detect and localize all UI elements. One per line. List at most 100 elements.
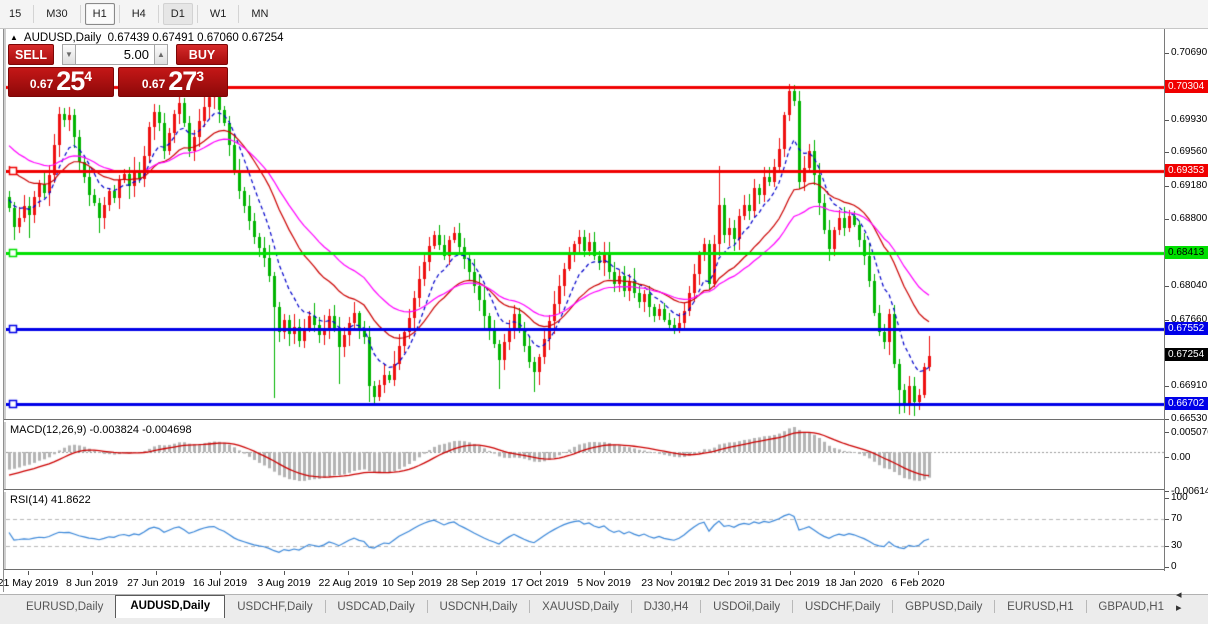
price-tick-label: 0.66530: [1171, 413, 1208, 424]
timeframe-toolbar: 15 M30 H1 H4 D1 W1 MN: [0, 0, 1208, 29]
tab-scroll-arrows[interactable]: ◂ ▸: [1176, 588, 1200, 614]
toolbar-separator: [196, 5, 198, 23]
rsi-tick-mark: [1165, 546, 1169, 547]
timeframe-button-d1[interactable]: D1: [162, 3, 193, 25]
mt4-terminal-window: 15 M30 H1 H4 D1 W1 MN ▲ AUDUSD,Daily 0.67439 0.…: [0, 0, 1208, 624]
tab-eurusd-daily[interactable]: EURUSD,Daily: [14, 597, 115, 618]
tab-usdchf-daily[interactable]: USDCHF,Daily: [225, 597, 324, 618]
date-tick-mark: [412, 571, 413, 575]
date-tick-mark: [671, 571, 672, 575]
toolbar-separator: [33, 5, 35, 23]
price-tick-mark: [1165, 286, 1169, 287]
price-tick-label: 0.70690: [1171, 47, 1208, 58]
timeframe-button-h4[interactable]: H4: [124, 3, 154, 25]
date-tick-mark: [604, 571, 605, 575]
price-tick-mark: [1165, 186, 1169, 187]
buy-price-big: 27: [168, 66, 197, 96]
timeframe-button-mn[interactable]: MN: [243, 3, 276, 25]
timeframe-button-15[interactable]: 15: [1, 3, 29, 25]
price-tick-mark: [1165, 152, 1169, 153]
date-tick-label: 21 May 2019: [0, 577, 59, 589]
toolbar-separator: [79, 5, 81, 23]
rsi-tick-label: 70: [1171, 513, 1183, 524]
date-tick-mark: [28, 571, 29, 575]
toolbar-separator: [238, 5, 240, 23]
date-axis[interactable]: 21 May 2019 8 Jun 2019 27 Jun 2019 16 Jul 2…: [0, 571, 1208, 592]
price-axis[interactable]: 0.70690 0.69930 0.69560 0.69180 0.68800 0.680…: [1165, 29, 1208, 572]
date-tick-mark: [156, 571, 157, 575]
tab-dj30-h4[interactable]: DJ30,H4: [632, 597, 701, 618]
price-tick-label: 0.66910: [1171, 380, 1208, 391]
tab-usdchf-daily[interactable]: USDCHF,Daily: [793, 597, 892, 618]
date-tick-mark: [728, 571, 729, 575]
price-tick-mark: [1165, 120, 1169, 121]
date-tick-mark: [92, 571, 93, 575]
date-tick-label: 28 Sep 2019: [446, 577, 506, 589]
price-tick-label: 0.69560: [1171, 146, 1208, 157]
price-tick-label: 0.68040: [1171, 280, 1208, 291]
chart-collapse-icon[interactable]: ▲: [10, 33, 18, 42]
date-tick-label: 12 Dec 2019: [698, 577, 758, 589]
price-level-badge: 0.69353: [1165, 164, 1208, 177]
price-level-badge: 0.66702: [1165, 397, 1208, 410]
date-tick-label: 10 Sep 2019: [382, 577, 442, 589]
tab-eurusd-h1[interactable]: EURUSD,H1: [995, 597, 1085, 618]
date-tick-mark: [918, 571, 919, 575]
rsi-tick-mark: [1165, 498, 1169, 499]
date-tick-mark: [220, 571, 221, 575]
macd-tick-label: 0.005076: [1171, 427, 1208, 438]
date-tick-label: 8 Jun 2019: [66, 577, 118, 589]
timeframe-button-h1[interactable]: H1: [84, 3, 115, 25]
rsi-indicator-label: RSI(14) 41.8622: [10, 494, 91, 506]
sell-price-display[interactable]: 0.67 25 4: [8, 67, 114, 97]
sell-button[interactable]: SELL: [8, 44, 54, 65]
price-level-badge: 0.67552: [1165, 322, 1208, 335]
bottom-strip: [0, 618, 1208, 624]
date-tick-mark: [348, 571, 349, 575]
tab-usdoil-daily[interactable]: USDOil,Daily: [701, 597, 792, 618]
volume-input[interactable]: 5.00: [75, 44, 155, 65]
sell-price-big: 25: [56, 66, 85, 96]
rsi-tick-mark: [1165, 567, 1169, 568]
chart-symbol-period: AUDUSD,Daily: [23, 32, 102, 44]
date-tick-mark: [790, 571, 791, 575]
date-tick-label: 5 Nov 2019: [577, 577, 631, 589]
sell-price-prefix: 0.67: [29, 77, 54, 91]
date-tick-mark: [284, 571, 285, 575]
buy-price-prefix: 0.67: [141, 77, 166, 91]
tab-usdcad-daily[interactable]: USDCAD,Daily: [325, 597, 426, 618]
price-tick-label: 0.69180: [1171, 180, 1208, 191]
date-tick-label: 16 Jul 2019: [192, 577, 248, 589]
date-tick-label: 27 Jun 2019: [127, 577, 185, 589]
date-tick-label: 22 Aug 2019: [318, 577, 378, 589]
price-tick-mark: [1165, 419, 1169, 420]
price-tick-mark: [1165, 386, 1169, 387]
tab-xauusd-daily[interactable]: XAUUSD,Daily: [530, 597, 631, 618]
price-tick-label: 0.69930: [1171, 114, 1208, 125]
rsi-tick-mark: [1165, 519, 1169, 520]
buy-price-display[interactable]: 0.67 27 3: [118, 67, 228, 97]
timeframe-button-w1[interactable]: W1: [202, 3, 235, 25]
buy-button[interactable]: BUY: [176, 44, 228, 65]
tab-gbpaud-h1[interactable]: GBPAUD,H1: [1086, 597, 1176, 618]
tab-gbpusd-daily[interactable]: GBPUSD,Daily: [893, 597, 994, 618]
macd-tick-mark: [1165, 432, 1169, 433]
timeframe-button-m30[interactable]: M30: [38, 3, 75, 25]
date-tick-label: 17 Oct 2019: [511, 577, 569, 589]
price-tick-mark: [1165, 320, 1169, 321]
chart-title: ▲ AUDUSD,Daily 0.67439 0.67491 0.67060 0.…: [10, 32, 284, 44]
macd-indicator-label: MACD(12,26,9) -0.003824 -0.004698: [10, 424, 192, 436]
tab-usdcnh-daily[interactable]: USDCNH,Daily: [427, 597, 529, 618]
toolbar-separator: [157, 5, 159, 23]
sell-price-pip: 4: [84, 68, 93, 84]
volume-decrease-button[interactable]: ▼: [62, 44, 76, 65]
date-tick-label: 18 Jan 2020: [825, 577, 883, 589]
tab-audusd-daily[interactable]: AUDUSD,Daily: [115, 595, 226, 618]
volume-increase-button[interactable]: ▲: [154, 44, 168, 65]
rsi-pane-canvas[interactable]: [6, 491, 1164, 569]
price-level-badge: 0.67254: [1165, 348, 1208, 361]
buy-price-pip: 3: [196, 68, 205, 84]
rsi-tick-label: 100: [1171, 492, 1188, 503]
date-tick-mark: [540, 571, 541, 575]
macd-tick-mark: [1165, 457, 1169, 458]
